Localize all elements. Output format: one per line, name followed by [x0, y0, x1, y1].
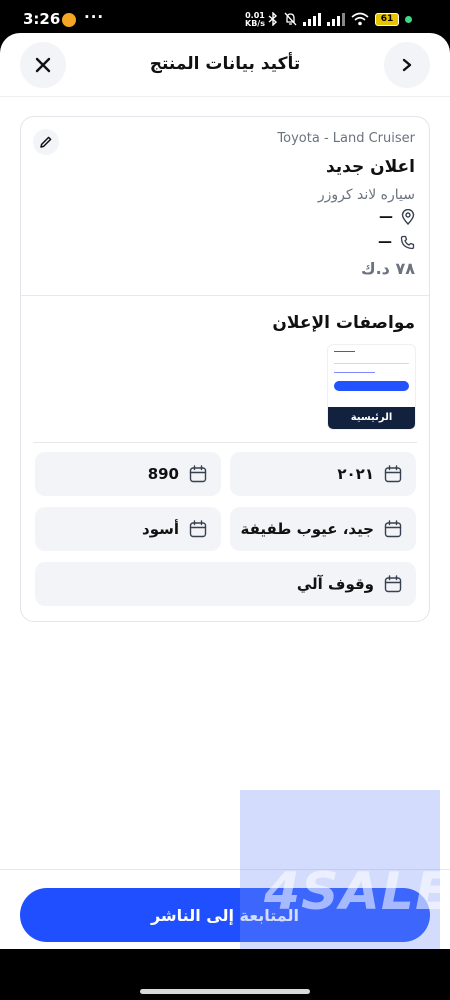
forward-button[interactable]: [384, 42, 430, 88]
car-model: Toyota - Land Cruiser: [277, 131, 415, 146]
ad-title: اعلان جديد: [325, 157, 415, 177]
calendar-icon: [189, 520, 207, 538]
section-divider-2: [33, 442, 417, 443]
spec-chip-color: أسود: [35, 507, 221, 551]
calendar-icon: [189, 465, 207, 483]
spec-chip-mileage: 890: [35, 452, 221, 496]
network-speed-unit: KB/s: [245, 19, 265, 28]
header: تأكيد بيانات المنتج: [0, 33, 450, 97]
specs-title: مواصفات الإعلان: [272, 313, 415, 333]
location-row: —: [379, 209, 415, 225]
thumbnail-label: الرئيسية: [328, 407, 415, 429]
thumbnail-flag: [334, 351, 355, 352]
status-icons: 61: [268, 12, 412, 26]
status-time: 3:26: [23, 10, 61, 28]
spec-chip-year: ٢٠٢١: [230, 452, 416, 496]
spec-value: جيد، عيوب طفيفة: [240, 520, 374, 538]
location-pin-icon: [401, 209, 415, 225]
home-indicator[interactable]: [140, 989, 310, 994]
price: ٧٨ د.ك: [360, 259, 415, 278]
watermark-logo: 4SALE: [264, 862, 440, 922]
listing-summary-card: Toyota - Land Cruiser اعلان جديد سياره ل…: [20, 116, 430, 622]
pencil-icon: [40, 136, 52, 148]
more-notifications-icon: ···: [84, 8, 105, 26]
phone-value: —: [378, 234, 392, 250]
location-value: —: [379, 209, 393, 225]
phone-row: —: [378, 234, 415, 250]
phone-icon: [400, 235, 415, 249]
spec-value: ٢٠٢١: [337, 465, 374, 483]
notification-icon: [62, 13, 76, 27]
page-title: تأكيد بيانات المنتج: [149, 54, 301, 74]
spec-value: 890: [147, 465, 179, 483]
signal-icon-2: [327, 12, 345, 26]
thumbnail-link-line: [334, 372, 375, 373]
spec-chip-condition: جيد، عيوب طفيفة: [230, 507, 416, 551]
signal-icon: [303, 12, 321, 26]
spec-chip-parking: وقوف آلي: [35, 562, 416, 606]
mute-bell-icon: [284, 12, 297, 26]
privacy-indicator: [405, 15, 412, 23]
calendar-icon: [384, 575, 402, 593]
wifi-icon: [351, 12, 369, 26]
edit-button[interactable]: [33, 129, 59, 155]
ad-thumbnail[interactable]: الرئيسية: [327, 344, 416, 430]
network-speed: 0.01 KB/s: [245, 12, 265, 28]
bluetooth-icon: [268, 12, 278, 26]
navigation-bar: [0, 949, 450, 1000]
thumbnail-field-line: [334, 363, 409, 364]
product-confirmation-sheet: تأكيد بيانات المنتج Toyota - Land Cruise…: [0, 33, 450, 1000]
battery-icon: 61: [375, 12, 399, 26]
spec-value: أسود: [142, 520, 179, 538]
thumbnail-button: [334, 381, 409, 391]
calendar-icon: [384, 465, 402, 483]
spec-value: وقوف آلي: [296, 575, 374, 593]
calendar-icon: [384, 520, 402, 538]
chevron-right-icon: [402, 58, 412, 72]
section-divider: [21, 295, 429, 296]
ad-description: سياره لاند كروزر: [317, 187, 415, 203]
